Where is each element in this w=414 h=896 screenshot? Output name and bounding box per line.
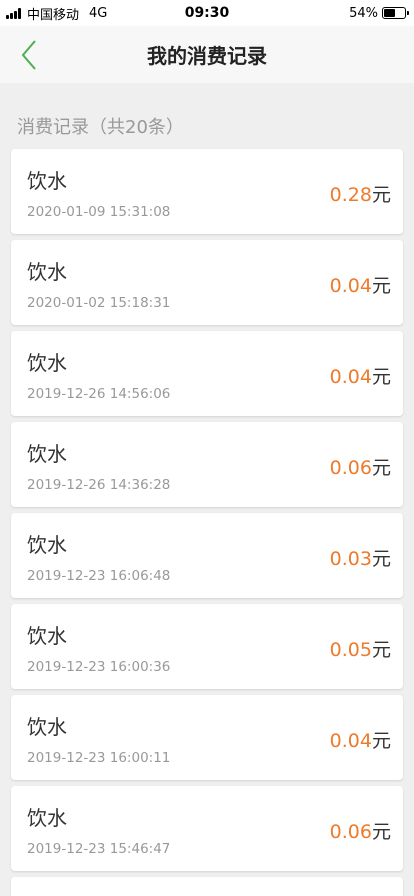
- section-header: 消费记录（共20条）: [17, 117, 184, 138]
- record-amount: 0.04元: [330, 726, 391, 753]
- amount-unit: 元: [371, 548, 391, 570]
- amount-value: 0.04: [329, 366, 372, 388]
- carrier-label: 中国移动: [27, 7, 80, 23]
- amount-unit: 元: [371, 275, 391, 297]
- record-title: 饮水: [27, 260, 67, 284]
- record-amount: 0.03元: [330, 544, 391, 571]
- network-label: 4G: [89, 5, 108, 21]
- record-time: 2020-01-02 15:18:31: [27, 295, 171, 311]
- record-card[interactable]: 饮水 2019-12-23 16:00:36 0.05元: [11, 604, 403, 689]
- record-card[interactable]: 饮水 2019-12-23 16:06:48 0.03元: [11, 513, 403, 598]
- record-card[interactable]: 饮水 2019-12-26 14:56:06 0.04元: [11, 331, 403, 416]
- record-title: 饮水: [27, 715, 67, 739]
- amount-unit: 元: [371, 821, 391, 843]
- record-card[interactable]: 饮水 2019-12-26 14:36:28 0.06元: [11, 422, 403, 507]
- status-bar: 中国移动 4G 09:30 54%: [0, 0, 414, 26]
- record-title: 饮水: [27, 169, 67, 193]
- record-title: 饮水: [27, 624, 67, 648]
- record-amount: 0.05元: [330, 635, 391, 662]
- amount-unit: 元: [371, 457, 391, 479]
- record-card[interactable]: 饮水 2020-01-02 15:18:31 0.04元: [11, 240, 403, 325]
- record-time: 2019-12-26 14:56:06: [27, 386, 171, 402]
- record-time: 2019-12-23 16:06:48: [27, 568, 171, 584]
- record-card[interactable]: 饮水 2019-12-23 16:00:11 0.04元: [11, 695, 403, 780]
- record-title: 饮水: [27, 533, 67, 557]
- amount-value: 0.06: [329, 457, 372, 479]
- amount-value: 0.28: [329, 184, 372, 206]
- status-right: 54%: [349, 5, 409, 21]
- record-list: 饮水 2020-01-09 15:31:08 0.28元 饮水 2020-01-…: [0, 149, 414, 896]
- record-time: 2019-12-23 15:46:47: [27, 841, 171, 857]
- record-time: 2019-12-26 14:36:28: [27, 477, 171, 493]
- record-card[interactable]: 饮水 2019-12-23 15:46:47 0.06元: [11, 786, 403, 871]
- record-amount: 0.06元: [330, 453, 391, 480]
- amount-value: 0.06: [329, 821, 372, 843]
- record-amount: 0.28元: [330, 180, 391, 207]
- status-left: 中国移动 4G: [6, 4, 107, 23]
- page-title: 我的消费记录: [147, 44, 267, 68]
- battery-percent: 54%: [349, 5, 378, 21]
- amount-value: 0.05: [329, 639, 372, 661]
- amount-unit: 元: [371, 184, 391, 206]
- record-amount: 0.06元: [330, 817, 391, 844]
- record-card-partial[interactable]: [11, 877, 403, 896]
- record-title: 饮水: [27, 442, 67, 466]
- amount-unit: 元: [371, 366, 391, 388]
- battery-fill: [384, 9, 395, 17]
- signal-icon: [6, 7, 21, 19]
- back-button[interactable]: [12, 36, 46, 74]
- amount-unit: 元: [371, 639, 391, 661]
- record-card[interactable]: 饮水 2020-01-09 15:31:08 0.28元: [11, 149, 403, 234]
- nav-bar: 我的消费记录: [0, 26, 414, 83]
- record-title: 饮水: [27, 806, 67, 830]
- battery-icon: [382, 7, 409, 19]
- record-time: 2019-12-23 16:00:11: [27, 750, 171, 766]
- amount-value: 0.04: [329, 275, 372, 297]
- record-amount: 0.04元: [330, 271, 391, 298]
- record-title: 饮水: [27, 351, 67, 375]
- record-time: 2020-01-09 15:31:08: [27, 204, 171, 220]
- record-time: 2019-12-23 16:00:36: [27, 659, 171, 675]
- amount-unit: 元: [371, 730, 391, 752]
- amount-value: 0.03: [329, 548, 372, 570]
- chevron-left-icon: [21, 40, 36, 70]
- amount-value: 0.04: [329, 730, 372, 752]
- record-amount: 0.04元: [330, 362, 391, 389]
